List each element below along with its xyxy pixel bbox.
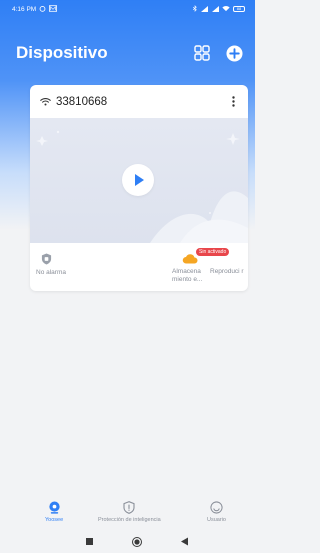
grid-icon	[194, 45, 210, 61]
play-icon	[134, 174, 144, 186]
video-preview[interactable]	[30, 118, 248, 243]
home-button[interactable]	[132, 537, 142, 547]
add-device-button[interactable]	[225, 44, 243, 62]
grid-view-button[interactable]	[193, 44, 211, 62]
nav-tab-yoosee[interactable]: Yoosee	[45, 501, 63, 523]
playback-label: Reproduci r	[210, 268, 244, 275]
back-button[interactable]	[180, 537, 189, 546]
shield-icon	[41, 253, 52, 265]
device-card-header: 33810668	[30, 85, 248, 118]
alarm-action-label: No alarma	[36, 269, 66, 276]
shield-outline-icon	[123, 501, 135, 514]
device-actions: No alarma Almacena miento e... Sin activ…	[30, 243, 248, 291]
cloud-icon	[182, 254, 198, 264]
nav-tab-user[interactable]: Usuario	[207, 501, 226, 523]
page-title: Dispositivo	[16, 43, 108, 62]
status-bar: 4:16 PM 88	[0, 0, 255, 18]
cloud-storage-label: Almacena miento e...	[172, 268, 203, 283]
more-options-button[interactable]	[226, 93, 240, 111]
bottom-navigation: Yoosee Protección de inteligencia Usuari…	[0, 495, 255, 530]
cloud-storage-action[interactable]: Almacena miento e... Sin activado	[172, 248, 230, 284]
wifi-icon	[222, 5, 230, 14]
wifi-icon	[40, 98, 51, 106]
more-vertical-icon	[231, 96, 235, 107]
status-time: 4:16 PM	[12, 5, 37, 13]
nav-label-user: Usuario	[207, 517, 226, 523]
bluetooth-icon	[192, 4, 197, 14]
device-name: 33810668	[56, 95, 108, 108]
signal-icon	[200, 6, 208, 12]
playback-action[interactable]: Reproduci r	[210, 253, 246, 276]
battery-icon: 88	[233, 6, 245, 12]
user-icon	[210, 501, 223, 514]
system-navigation-bar	[0, 530, 255, 553]
recent-apps-button[interactable]	[85, 537, 94, 546]
alarm-action[interactable]: No alarma	[36, 253, 66, 277]
alarm-icon	[39, 5, 46, 14]
nav-label-yoosee: Yoosee	[45, 517, 64, 523]
nav-tab-intelligence[interactable]: Protección de inteligencia	[98, 501, 161, 523]
plus-icon	[225, 44, 243, 62]
camera-home-icon	[48, 501, 60, 514]
play-button[interactable]	[122, 164, 154, 196]
device-card[interactable]: 33810668 No alarma Almacena miento e... …	[30, 85, 248, 291]
nav-label-intelligence: Protección de inteligencia	[98, 517, 161, 523]
signal-icon-2	[211, 6, 219, 12]
notification-icon	[49, 4, 58, 14]
page-header: Dispositivo	[0, 38, 255, 68]
